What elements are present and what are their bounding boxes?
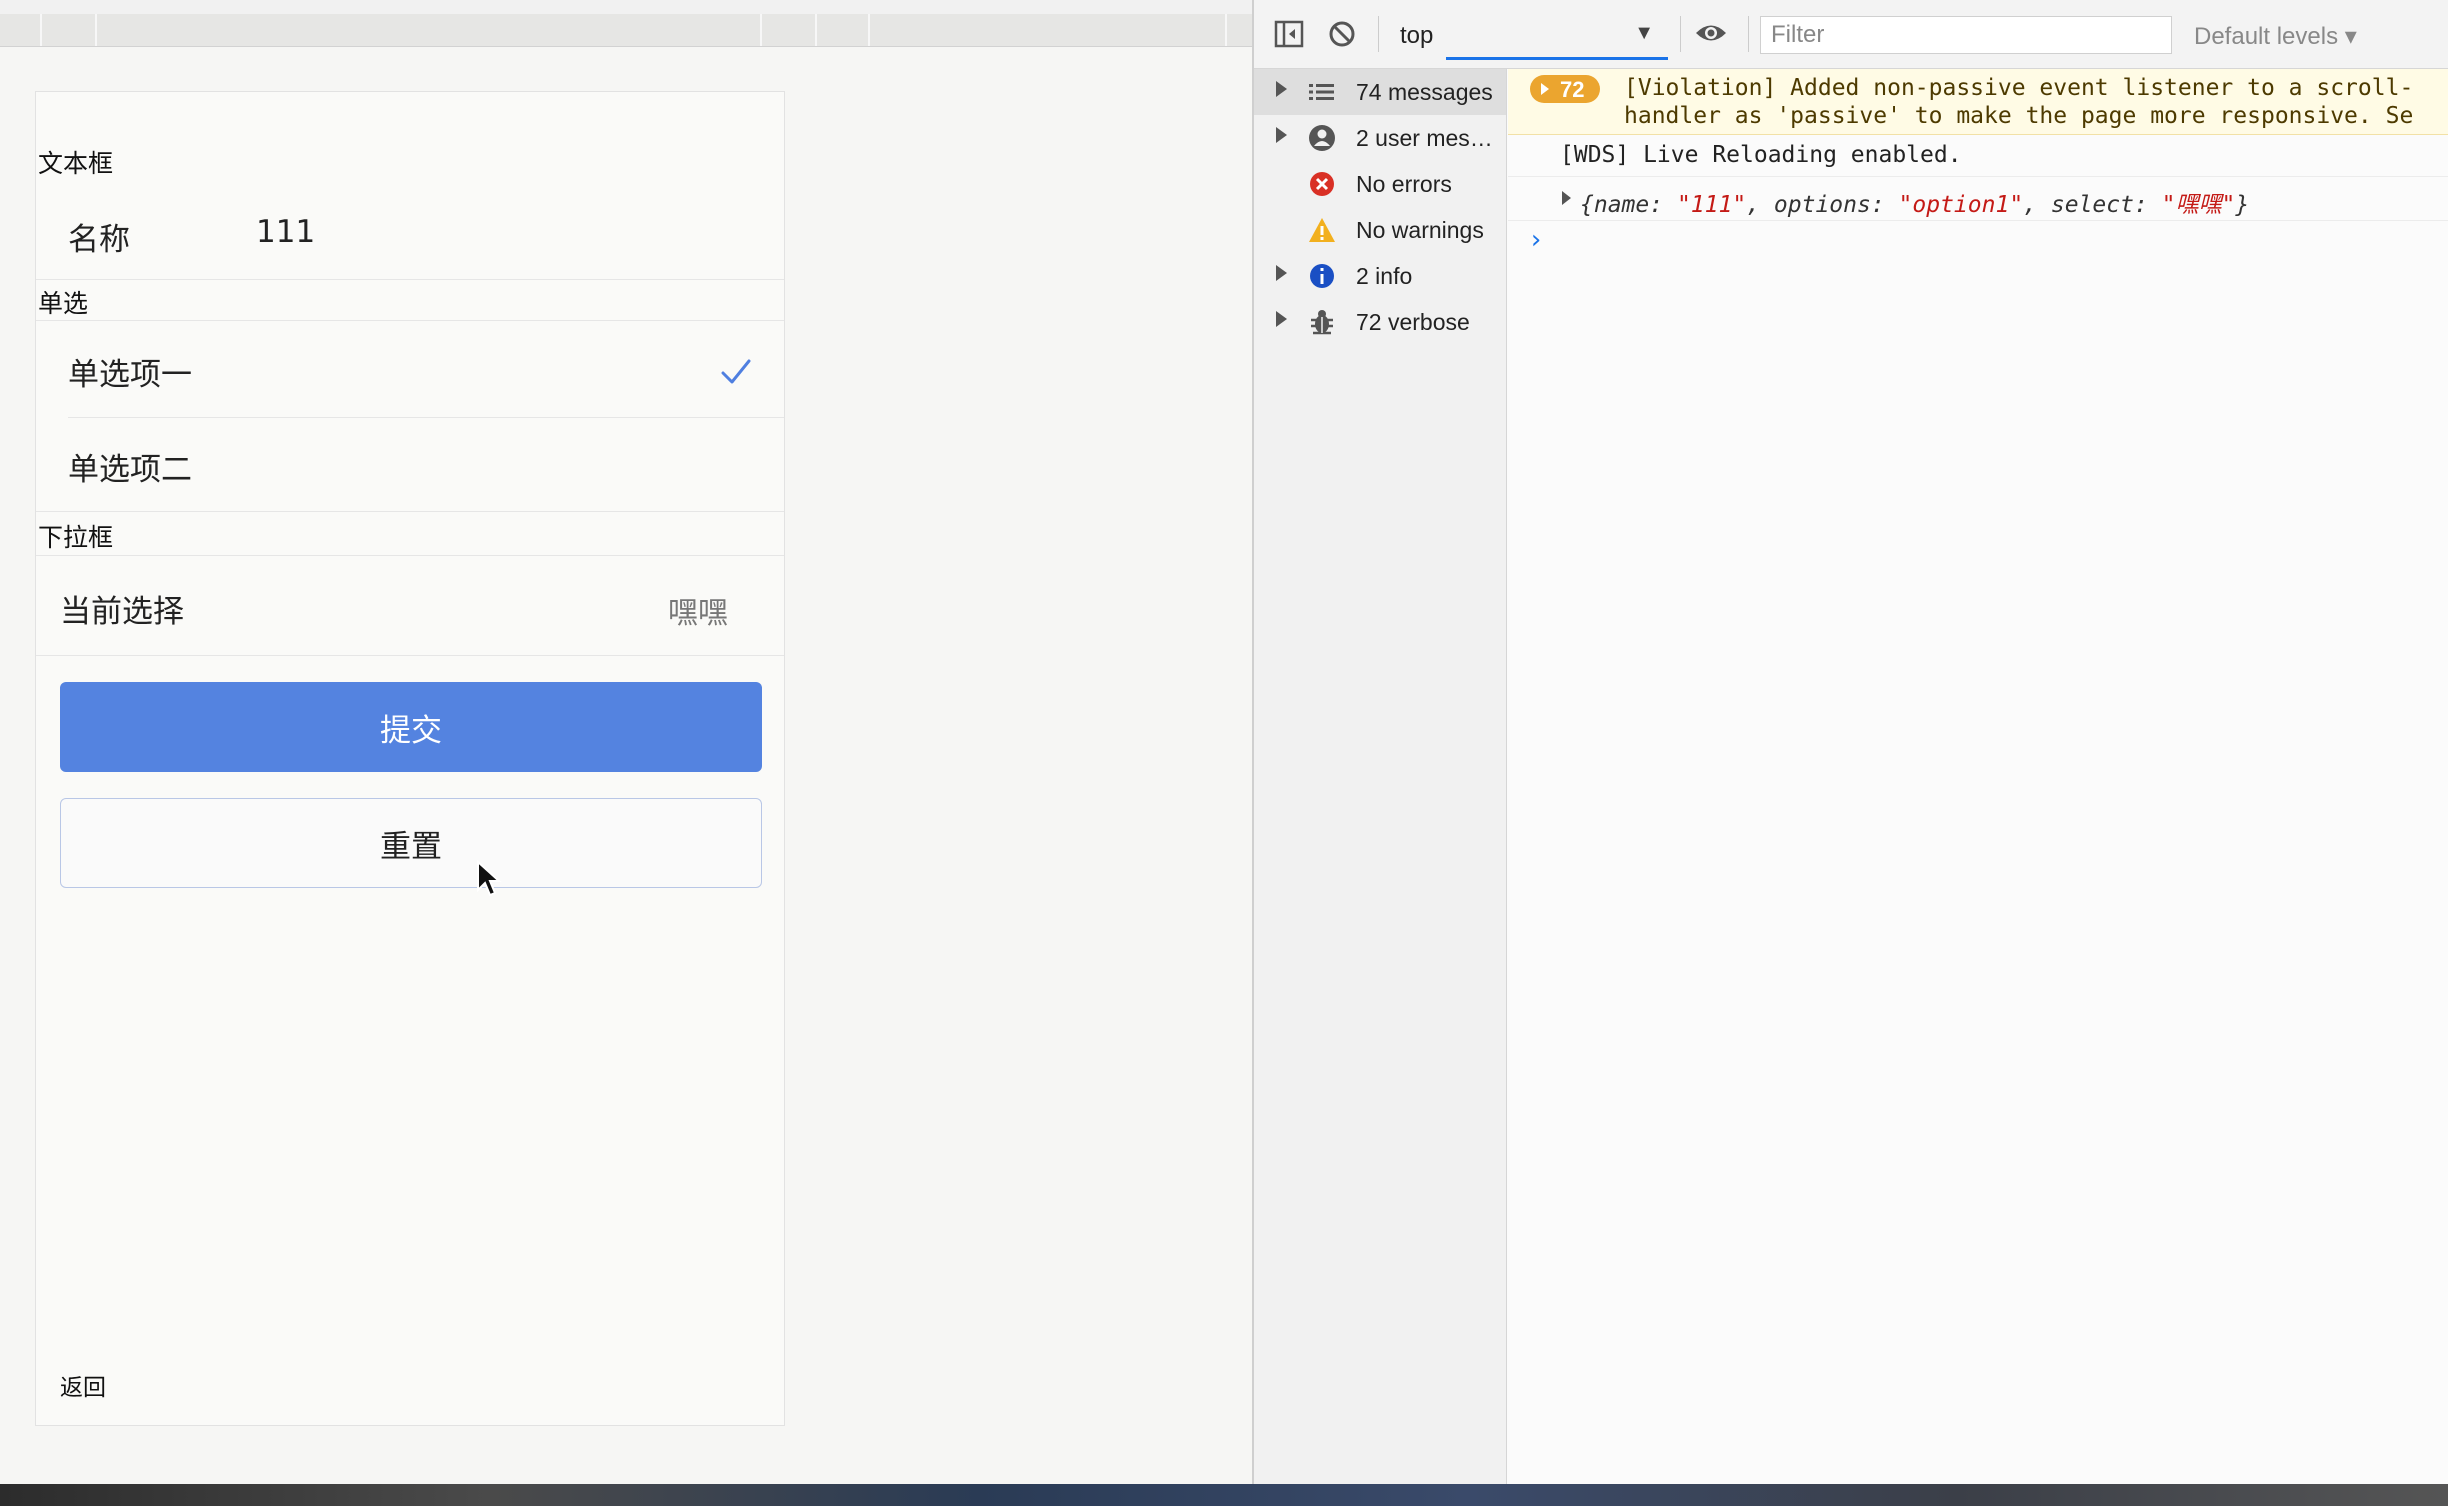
submit-button[interactable]: 提交 [60,682,762,772]
clear-console-icon[interactable] [1328,20,1356,48]
violation-message[interactable]: 72 [Violation] Added non-passive event l… [1508,69,2448,135]
object-preview[interactable]: {name: "111", options: "option1", select… [1580,185,2249,219]
reset-button[interactable]: 重置 [60,798,762,888]
top-strip [0,0,1252,15]
sidebar-item-label: No warnings [1356,217,1484,243]
browser-viewport: 文本框 名称 111 单选 单选项一 单选项二 下拉框 当前选择 嘿嘿 提交 重… [0,0,1252,1484]
ruler-tick [760,14,762,46]
ruler-tick [815,14,817,46]
expand-arrow-icon [1541,83,1549,95]
console-sidebar: 74 messages 2 user mes… No errors No war… [1254,69,1507,1484]
console-output: 72 [Violation] Added non-passive event l… [1508,69,2448,1484]
repeat-count: 72 [1560,77,1585,102]
user-icon [1309,125,1335,151]
wds-message: [WDS] Live Reloading enabled. [1508,135,2448,177]
select-section-label: 下拉框 [38,523,114,552]
select-label: 当前选择 [60,594,184,630]
select-value: 嘿嘿 [668,596,728,631]
sidebar-item-label: 2 info [1356,263,1413,289]
sidebar-item-label: 72 verbose [1356,309,1470,335]
name-input[interactable]: 111 [256,214,315,250]
log-text: [WDS] Live Reloading enabled. [1560,142,1962,168]
radio-option-label: 单选项二 [68,452,192,488]
console-toolbar: top ▼ Default levels ▾ [1254,0,2448,69]
radio-option-2[interactable]: 单选项二 [36,418,784,512]
back-link[interactable]: 返回 [60,1368,106,1402]
log-levels-dropdown[interactable]: Default levels ▾ [2194,22,2357,51]
sidebar-item-label: No errors [1356,171,1452,197]
object-key: options [1773,192,1871,218]
radio-section-label: 单选 [38,289,89,318]
sidebar-item-label: 74 messages [1356,79,1493,105]
radio-option-label: 单选项一 [68,357,192,393]
filter-input[interactable] [1760,16,2172,54]
radio-option-1[interactable]: 单选项一 [36,321,784,417]
object-key: name [1593,192,1650,218]
list-icon [1309,84,1334,100]
name-label: 名称 [68,222,130,258]
expand-arrow-icon[interactable] [1276,81,1287,97]
checkmark-icon [721,359,751,384]
sidebar-item-info[interactable]: 2 info [1254,253,1506,299]
sidebar-toggle-icon[interactable] [1274,20,1304,48]
toolbar-separator [1680,16,1681,52]
dropdown-caret-icon: ▼ [1634,22,1654,44]
expand-arrow-icon[interactable] [1276,311,1287,327]
object-value: "111" [1676,192,1747,218]
ruler-tick [868,14,870,46]
violation-text-line: handler as 'passive' to make the page mo… [1624,103,2414,129]
device-toolbar-ruler [0,14,1252,47]
ruler-tick [40,14,42,46]
toolbar-separator [1748,16,1749,52]
context-value: top [1400,22,1434,49]
object-log-message[interactable]: {name: "111", options: "option1", select… [1508,177,2448,221]
violation-text-line: [Violation] Added non-passive event list… [1624,75,2414,101]
sidebar-item-user-messages[interactable]: 2 user mes… [1254,115,1506,161]
expand-arrow-icon[interactable] [1276,127,1287,143]
sidebar-item-warnings[interactable]: No warnings [1254,207,1506,253]
mobile-form-page: 文本框 名称 111 单选 单选项一 单选项二 下拉框 当前选择 嘿嘿 提交 重… [35,91,785,1426]
sidebar-item-errors[interactable]: No errors [1254,161,1506,207]
textbox-section-label: 文本框 [38,149,114,178]
sidebar-item-label: 2 user mes… [1356,125,1493,151]
bug-icon [1311,310,1333,335]
ruler-tick [1225,14,1227,46]
ruler-tick [95,14,97,46]
name-input-row[interactable]: 名称 111 [36,186,784,280]
error-icon [1310,172,1334,196]
sidebar-item-messages[interactable]: 74 messages [1254,69,1506,115]
console-prompt[interactable]: › [1528,225,1544,255]
object-value: "option1" [1898,192,2024,218]
object-key: select [2050,192,2134,218]
select-row[interactable]: 当前选择 嘿嘿 [36,556,784,656]
devtools-panel: top ▼ Default levels ▾ 74 messages [1252,0,2448,1484]
repeat-count-badge[interactable]: 72 [1530,75,1600,103]
expand-arrow-icon[interactable] [1276,265,1287,281]
active-underline [1446,57,1668,60]
info-icon [1310,264,1334,288]
warning-icon [1309,218,1335,242]
eye-icon[interactable] [1694,20,1728,46]
desktop-background-strip [0,1484,2448,1506]
mouse-cursor-icon [477,860,502,897]
object-value: "嘿嘿" [2161,192,2236,218]
expand-arrow-icon[interactable] [1562,191,1571,205]
context-selector[interactable]: top ▼ [1378,12,1668,60]
sidebar-item-verbose[interactable]: 72 verbose [1254,299,1506,345]
